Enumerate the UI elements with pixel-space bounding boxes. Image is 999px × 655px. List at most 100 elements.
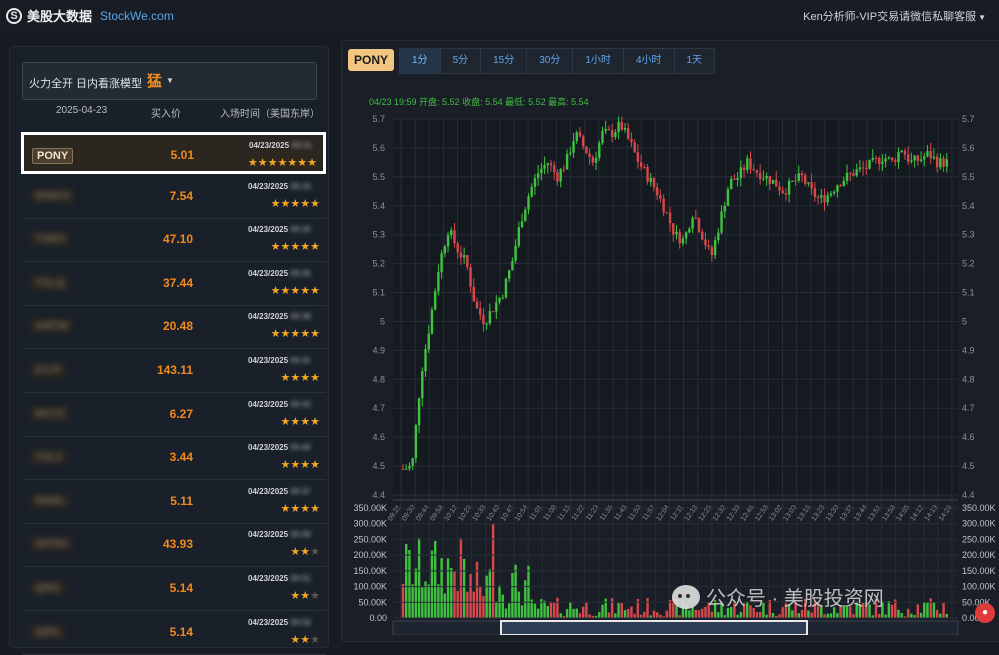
signal-row[interactable]: TSLZ 3.44 04/23/2025 09:45 ★★★★: [23, 437, 326, 481]
candle-body: [520, 221, 524, 228]
star-icon: ★: [310, 241, 320, 254]
time-tick: 09:44: [415, 504, 431, 522]
signal-row[interactable]: QBIL 5.14 04/23/2025 09:52 ★★★: [23, 612, 326, 655]
candle-body: [678, 231, 681, 244]
volume-tick-right: 350.00K: [962, 503, 996, 513]
volume-bar: [466, 591, 469, 618]
price-chart[interactable]: 5.7 5.7 5.6 5.6 5.5 5.5 5.4 5.4 5.3 5.3 5.2 5.2 5.1 5…: [341, 40, 999, 635]
time-tick: 10:54: [514, 504, 530, 522]
candle-body: [598, 142, 601, 158]
candle-body: [778, 186, 781, 191]
star-icon: ★: [247, 157, 258, 169]
price-tick-left: 5.6: [372, 143, 385, 153]
entry-time-value: 09:47: [290, 486, 311, 496]
signal-row[interactable]: ICLR 143.11 04/23/2025 09:41 ★★★★: [23, 350, 326, 393]
volume-bar: [900, 613, 903, 618]
candle-body: [797, 173, 800, 181]
star-icon: ★: [300, 328, 311, 341]
top-bar: S 美股大数据 StockWe.com Ken分析师-VIP交易请微信私聊客服 ▼: [0, 0, 999, 30]
volume-bar: [504, 608, 508, 618]
volume-bar: [852, 614, 855, 618]
signal-row[interactable]: WFRD 43.93 04/23/2025 09:49 ★★★: [23, 524, 326, 568]
model-label: 火力全开 日内看涨模型: [29, 78, 143, 90]
entry-date-value: 04/23/2025: [248, 181, 289, 191]
volume-bar: [559, 613, 562, 618]
candle-body: [652, 178, 656, 188]
volume-bar: [765, 614, 768, 618]
candle-body: [752, 169, 755, 171]
star-icon: ★: [270, 284, 281, 297]
candle-body: [919, 159, 923, 161]
time-tick: 14:26: [938, 504, 954, 522]
candle-body: [466, 254, 469, 268]
star-icon: ★: [300, 502, 311, 515]
signal-row[interactable]: TSLQ 37.44 04/23/2025 09:36 ★★★★★: [23, 263, 326, 306]
signal-row[interactable]: NNBL 5.11 04/23/2025 09:47 ★★★★: [23, 481, 326, 524]
model-selector[interactable]: 火力全开 日内看涨模型 猛 ▼: [22, 62, 317, 100]
candle-body: [916, 155, 920, 161]
star-icon: ★: [300, 372, 311, 384]
candle-body: [871, 157, 874, 160]
candle-body: [414, 425, 418, 459]
site-url[interactable]: StockWe.com: [100, 9, 174, 23]
candle-body: [884, 158, 887, 162]
star-icon: ★: [280, 197, 291, 210]
candle-body: [749, 158, 752, 170]
entry-time-value: 09:41: [290, 356, 311, 365]
contact-label: Ken分析师-VIP交易请微信私聊客服: [803, 11, 977, 23]
candle-body: [704, 239, 707, 246]
signal-row[interactable]: TSRD 47.10 04/23/2025 09:35 ★★★★★: [23, 219, 326, 263]
star-icon: ★: [297, 157, 308, 169]
buy-price: 5.14: [169, 624, 193, 639]
price-tick-right: 5.6: [962, 143, 975, 153]
signal-row[interactable]: WWAX 7.54 04/23/2025 09:33 ★★★★★: [23, 176, 326, 219]
price-tick-left: 4.7: [372, 403, 385, 413]
candle-body: [865, 167, 868, 169]
volume-bar: [524, 580, 527, 618]
price-tick-right: 4.4: [962, 490, 975, 500]
volume-bar: [485, 575, 488, 618]
volume-tick-left: 100.00K: [353, 582, 387, 592]
rating-stars: ★★★★★: [271, 327, 320, 340]
signal-row[interactable]: PONY 5.01 04/23/2025 09:31 ★★★★★★★: [21, 132, 326, 174]
buy-price: 47.10: [162, 232, 193, 247]
column-header-price: 买入价: [151, 109, 181, 120]
signal-row[interactable]: QBIL 5.14 04/23/2025 09:51 ★★★: [23, 568, 326, 611]
volume-bar: [929, 598, 932, 618]
volume-bar: [533, 603, 537, 618]
candle-body: [923, 156, 926, 160]
volume-bar: [453, 571, 456, 618]
volume-bar: [935, 610, 939, 618]
candle-body: [417, 398, 421, 426]
signal-row[interactable]: AMTM 20.48 04/23/2025 09:38 ★★★★★: [23, 306, 326, 350]
watermark-text: 公众号 · 美股投资网: [706, 588, 884, 610]
star-icon: ★: [290, 241, 301, 254]
volume-bar: [601, 604, 604, 618]
candle-body: [627, 128, 630, 139]
price-tick-right: 5.3: [962, 230, 975, 240]
volume-bar: [810, 612, 813, 618]
ticker-label: NNBL: [31, 493, 70, 508]
star-icon: ★: [310, 590, 320, 602]
volume-bar: [688, 610, 691, 618]
candle-body: [469, 267, 472, 287]
entry-date: 04/23/2025 09:52: [248, 618, 311, 627]
signal-row[interactable]: MSTZ 6.27 04/23/2025 09:43 ★★★★: [23, 394, 326, 437]
candle-body: [623, 128, 627, 130]
candle-body: [688, 228, 691, 233]
volume-tick-left: 250.00K: [353, 534, 387, 544]
star-icon: ★: [280, 459, 291, 472]
contact-menu[interactable]: Ken分析师-VIP交易请微信私聊客服 ▼: [803, 8, 986, 24]
volume-bar: [829, 613, 833, 618]
volume-bar: [588, 614, 591, 618]
ticker-label: TSLZ: [31, 450, 67, 465]
candle-body: [533, 178, 537, 187]
candle-body: [736, 178, 739, 181]
candle-body: [437, 272, 440, 292]
candle-body: [588, 153, 591, 157]
logo[interactable]: S 美股大数据 StockWe.com: [6, 6, 174, 25]
ticker-label: QBIL: [31, 624, 66, 639]
chat-bubble-icon[interactable]: ●: [975, 603, 995, 623]
volume-bar: [826, 613, 829, 618]
logo-icon: S: [6, 7, 22, 24]
